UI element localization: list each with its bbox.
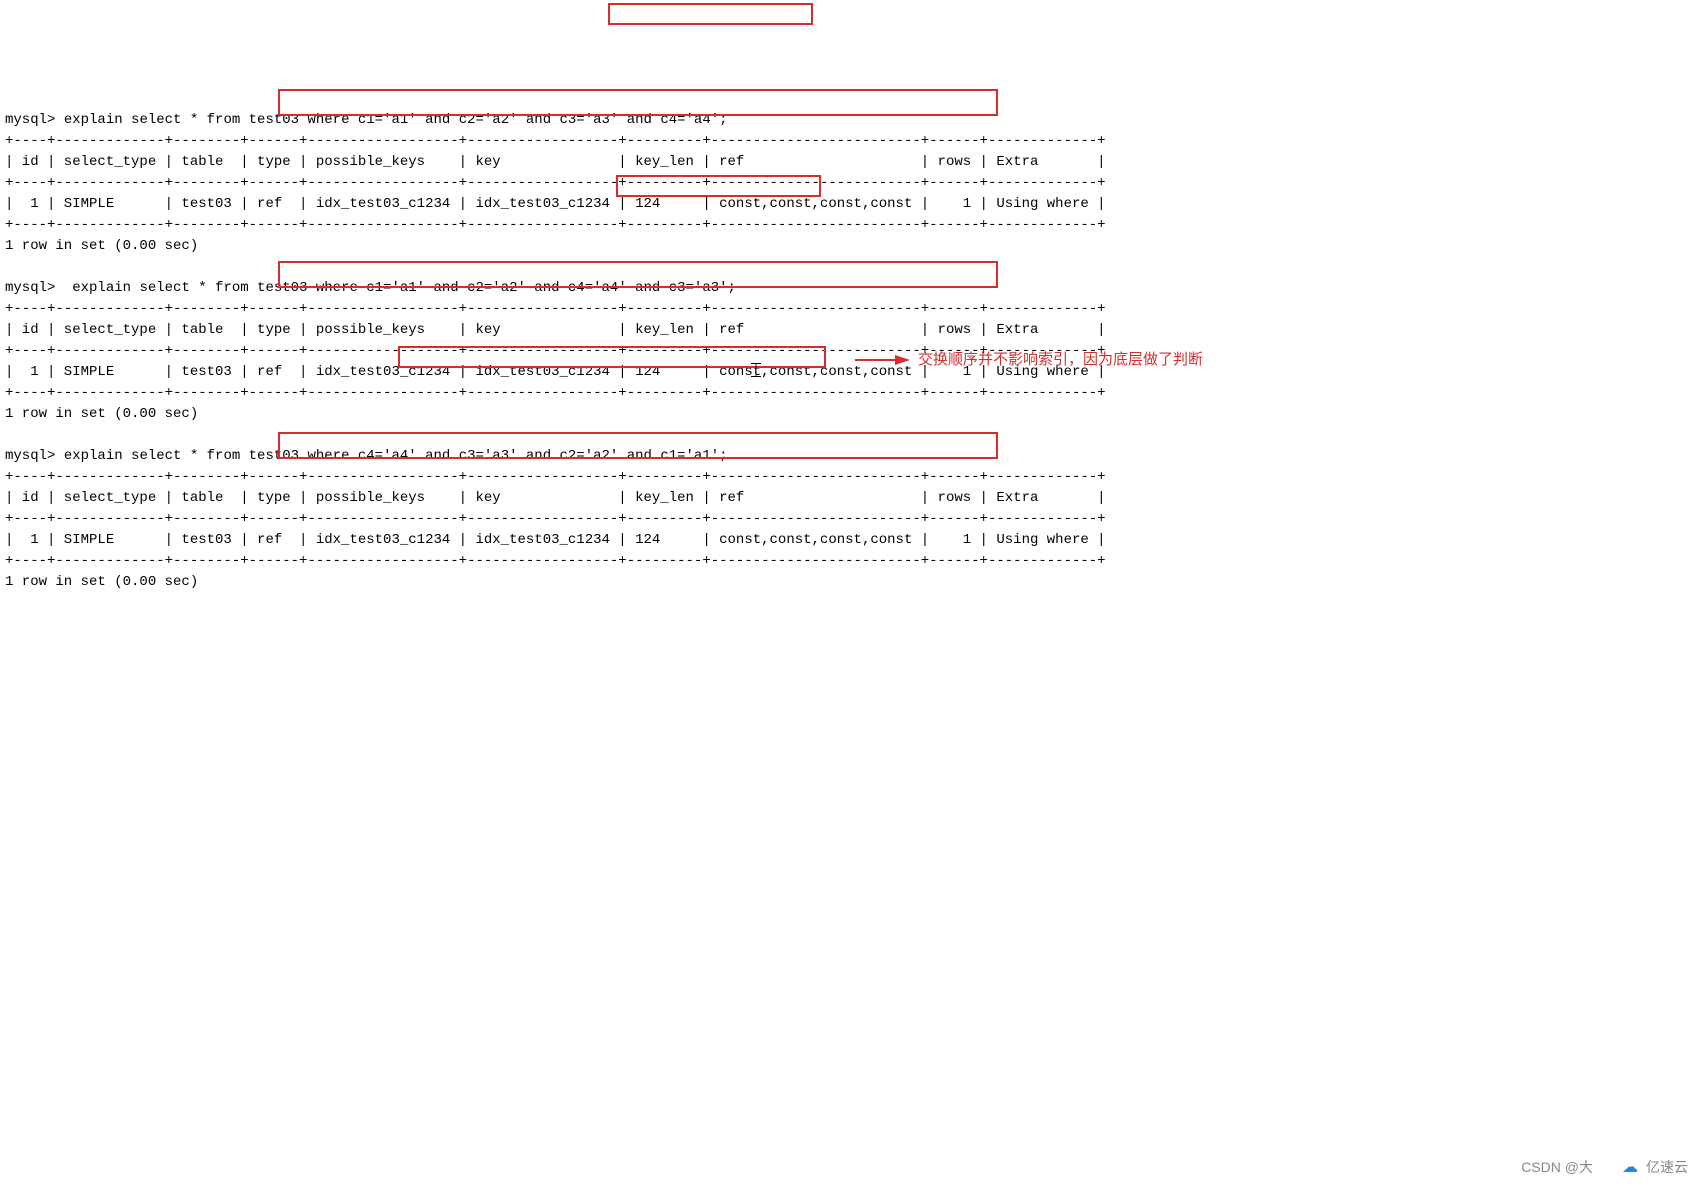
annotation: 交换顺序并不影响索引，因为底层做了判断 bbox=[895, 349, 1203, 372]
highlight-where-clause-1 bbox=[608, 3, 813, 25]
table-row: | 1 | SIMPLE | test03 | ref | idx_test03… bbox=[5, 532, 1106, 548]
result-message: 1 row in set (0.00 sec) bbox=[5, 406, 198, 422]
table-border: +----+-------------+--------+------+----… bbox=[5, 175, 1106, 191]
table-border: +----+-------------+--------+------+----… bbox=[5, 511, 1106, 527]
sql-query: explain select * from test03 where c4='a… bbox=[64, 448, 728, 464]
csdn-watermark: CSDN @大 bbox=[1521, 1157, 1593, 1178]
table-border: +----+-------------+--------+------+----… bbox=[5, 385, 1106, 401]
table-border: +----+-------------+--------+------+----… bbox=[5, 553, 1106, 569]
table-border: +----+-------------+--------+------+----… bbox=[5, 301, 1106, 317]
result-message: 1 row in set (0.00 sec) bbox=[5, 238, 198, 254]
table-header: | id | select_type | table | type | poss… bbox=[5, 490, 1106, 506]
yisu-logo-icon: ☁ bbox=[1622, 1156, 1638, 1180]
text-cursor-icon: ⌶ bbox=[750, 358, 762, 388]
mysql-prompt: mysql> bbox=[5, 448, 55, 464]
sql-query: explain select * from test03 where c1='a… bbox=[64, 112, 728, 128]
yisu-watermark: 亿速云 bbox=[1646, 1157, 1688, 1178]
terminal-output: mysql> explain select * from test03 wher… bbox=[5, 89, 1698, 593]
table-border: +----+-------------+--------+------+----… bbox=[5, 217, 1106, 233]
sql-query: explain select * from test03 where c1='a… bbox=[64, 280, 736, 296]
table-border: +----+-------------+--------+------+----… bbox=[5, 133, 1106, 149]
mysql-prompt: mysql> bbox=[5, 280, 55, 296]
table-header: | id | select_type | table | type | poss… bbox=[5, 154, 1106, 170]
result-message: 1 row in set (0.00 sec) bbox=[5, 574, 198, 590]
arrow-icon bbox=[895, 355, 910, 365]
mysql-prompt: mysql> bbox=[5, 112, 55, 128]
table-row: | 1 | SIMPLE | test03 | ref | idx_test03… bbox=[5, 196, 1106, 212]
table-header: | id | select_type | table | type | poss… bbox=[5, 322, 1106, 338]
annotation-text: 交换顺序并不影响索引，因为底层做了判断 bbox=[918, 349, 1203, 372]
table-border: +----+-------------+--------+------+----… bbox=[5, 469, 1106, 485]
